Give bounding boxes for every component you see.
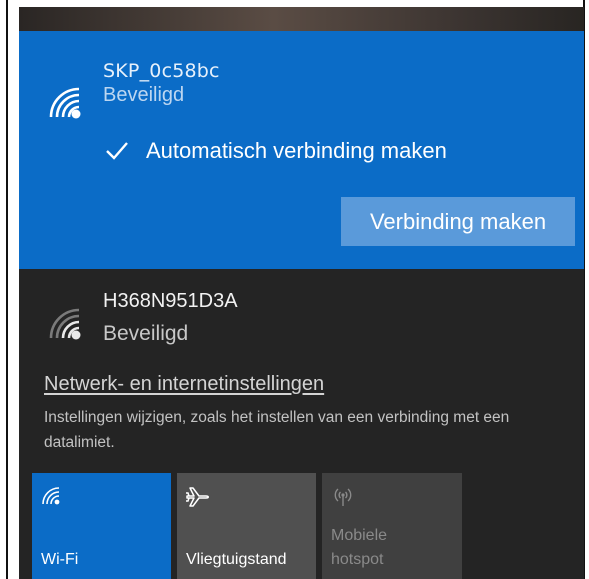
airplane-tile-label: Vliegtuigstand	[186, 551, 287, 568]
network-security-status: Beveiligd	[103, 84, 185, 106]
network-ssid: SKP_0c58bc	[103, 60, 220, 82]
mobile-hotspot-tile[interactable]: Mobiele hotspot	[322, 473, 462, 579]
auto-connect-label[interactable]: Automatisch verbinding maken	[146, 138, 447, 164]
wifi-signal-icon	[49, 308, 81, 340]
airplane-mode-tile[interactable]: Vliegtuigstand	[177, 473, 316, 579]
wifi-signal-icon	[49, 87, 81, 119]
auto-connect-checkbox[interactable]	[104, 138, 130, 164]
network-settings-description: Instellingen wijzigen, zoals het instell…	[44, 409, 510, 451]
hotspot-tile-label: Mobiele hotspot	[331, 527, 388, 568]
network-security-status: Beveiligd	[103, 322, 189, 345]
network-ssid: H368N951D3A	[103, 290, 238, 312]
window-border-left	[6, 0, 8, 579]
desktop-background-strip	[19, 7, 584, 31]
network-flyout: SKP_0c58bc Beveiligd Automatisch verbind…	[19, 7, 584, 579]
wifi-icon	[42, 487, 60, 505]
wifi-toggle-tile[interactable]: Wi-Fi	[32, 473, 171, 579]
network-settings-link[interactable]: Netwerk- en internetinstellingen	[44, 373, 324, 396]
connect-button[interactable]: Verbinding maken	[341, 197, 575, 246]
hotspot-icon	[334, 488, 352, 506]
wifi-tile-label: Wi-Fi	[41, 551, 79, 568]
airplane-icon	[186, 487, 209, 507]
